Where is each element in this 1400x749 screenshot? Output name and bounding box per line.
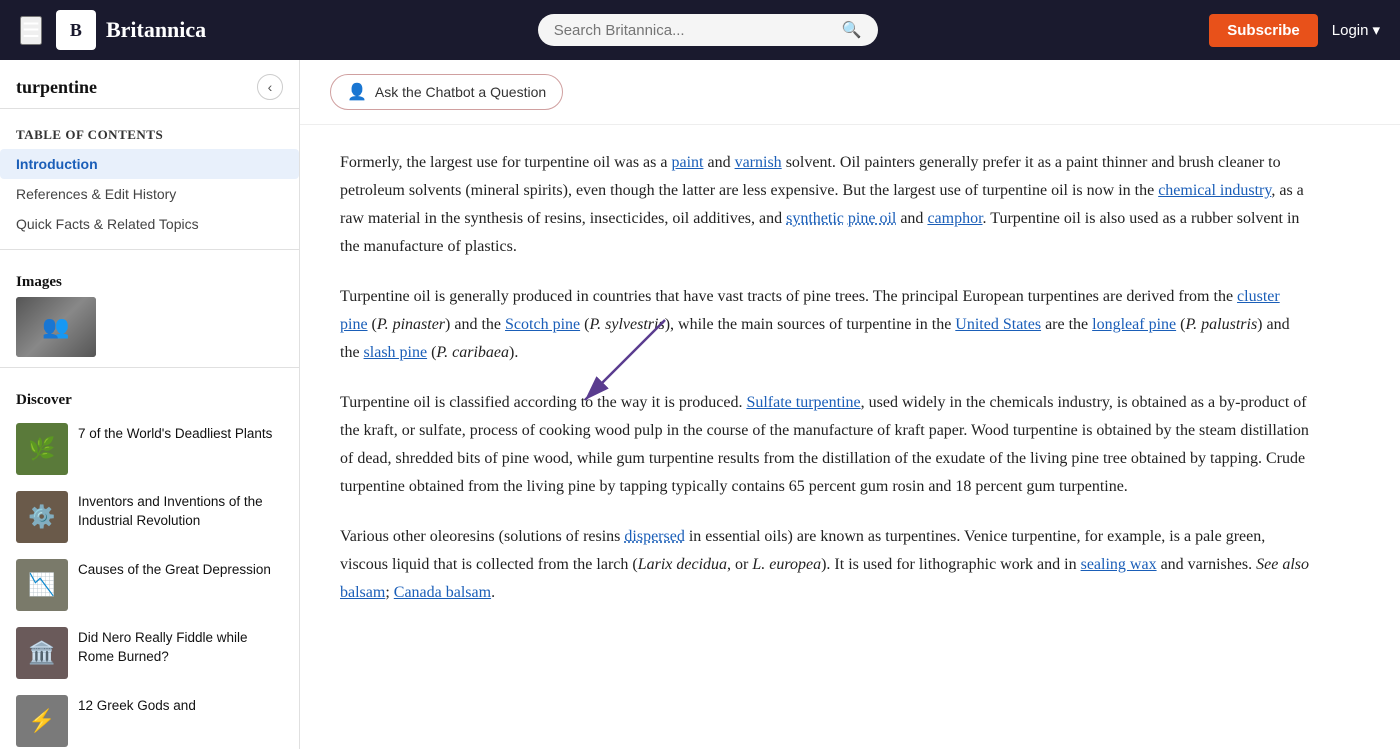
thumbnail-image <box>16 297 96 357</box>
login-label: Login <box>1332 22 1369 39</box>
discover-thumb-depression: 📉 <box>16 559 68 611</box>
search-input[interactable] <box>554 22 834 39</box>
link-slash-pine[interactable]: slash pine <box>364 344 428 361</box>
header-left: ☰ B Britannica <box>20 10 206 50</box>
discover-label-industrial: Inventors and Inventions of the Industri… <box>78 491 283 531</box>
link-longleaf-pine[interactable]: longleaf pine <box>1092 316 1176 333</box>
link-sulfate-turpentine[interactable]: Sulfate turpentine <box>746 394 860 411</box>
discover-thumb-greek: ⚡ <box>16 695 68 747</box>
chatbot-icon: 👤 <box>347 82 367 102</box>
chatbot-button[interactable]: 👤 Ask the Chatbot a Question <box>330 74 563 110</box>
article-body: Formerly, the largest use for turpentine… <box>300 125 1350 669</box>
link-sealing-wax[interactable]: sealing wax <box>1081 556 1157 573</box>
link-chemical-industry[interactable]: chemical industry <box>1158 182 1271 199</box>
sidebar-title-bar: turpentine ‹ <box>0 60 299 108</box>
chatbot-bar: 👤 Ask the Chatbot a Question <box>300 60 1400 125</box>
sidebar-collapse-button[interactable]: ‹ <box>257 74 283 100</box>
discover-item-industrial[interactable]: ⚙️ Inventors and Inventions of the Indus… <box>16 483 283 551</box>
login-chevron-icon: ▾ <box>1372 21 1380 39</box>
discover-label-plants: 7 of the World's Deadliest Plants <box>78 423 272 444</box>
sidebar-divider <box>0 108 299 109</box>
article-paragraph-3: Turpentine oil is classified according t… <box>340 389 1310 501</box>
hamburger-icon[interactable]: ☰ <box>20 16 42 45</box>
images-section-heading: Images <box>0 260 299 297</box>
discover-item-plants[interactable]: 🌿 7 of the World's Deadliest Plants <box>16 415 283 483</box>
header: ☰ B Britannica 🔍 Subscribe Login ▾ <box>0 0 1400 60</box>
link-varnish[interactable]: varnish <box>735 154 782 171</box>
discover-item-nero[interactable]: 🏛️ Did Nero Really Fiddle while Rome Bur… <box>16 619 283 687</box>
link-scotch-pine[interactable]: Scotch pine <box>505 316 580 333</box>
toc-item-quickfacts[interactable]: Quick Facts & Related Topics <box>0 209 299 239</box>
toc-heading: Table of Contents <box>0 119 299 149</box>
link-balsam[interactable]: balsam <box>340 584 385 601</box>
images-section <box>0 297 299 367</box>
article-paragraph-1: Formerly, the largest use for turpentine… <box>340 149 1310 261</box>
discover-label-greek: 12 Greek Gods and <box>78 695 196 716</box>
chatbot-label: Ask the Chatbot a Question <box>375 84 546 100</box>
discover-thumb-industrial: ⚙️ <box>16 491 68 543</box>
link-dispersed[interactable]: dispersed <box>624 528 684 545</box>
toc-item-references[interactable]: References & Edit History <box>0 179 299 209</box>
discover-label-nero: Did Nero Really Fiddle while Rome Burned… <box>78 627 283 667</box>
link-canada-balsam[interactable]: Canada balsam <box>394 584 491 601</box>
discover-thumb-plants: 🌿 <box>16 423 68 475</box>
link-pine-oil[interactable]: pine oil <box>848 210 896 227</box>
sidebar-article-title: turpentine <box>16 77 97 98</box>
search-icon[interactable]: 🔍 <box>842 20 862 40</box>
brand-logo: B <box>56 10 96 50</box>
sidebar-divider-3 <box>0 367 299 368</box>
header-right: Subscribe Login ▾ <box>1209 14 1380 47</box>
discover-item-depression[interactable]: 📉 Causes of the Great Depression <box>16 551 283 619</box>
main-layout: turpentine ‹ Table of Contents Introduct… <box>0 60 1400 749</box>
discover-item-greek[interactable]: ⚡ 12 Greek Gods and <box>16 687 283 749</box>
brand: B Britannica <box>56 10 206 50</box>
link-paint[interactable]: paint <box>671 154 703 171</box>
content-area: 👤 Ask the Chatbot a Question Formerl <box>300 60 1400 749</box>
sidebar-divider-2 <box>0 249 299 250</box>
login-button[interactable]: Login ▾ <box>1332 21 1380 39</box>
discover-section: 🌿 7 of the World's Deadliest Plants ⚙️ I… <box>0 415 299 749</box>
link-united-states[interactable]: United States <box>955 316 1041 333</box>
header-search: 🔍 <box>226 14 1189 46</box>
article-paragraph-4: Various other oleoresins (solutions of r… <box>340 523 1310 607</box>
brand-name: Britannica <box>106 17 206 43</box>
link-synthetic[interactable]: synthetic <box>786 210 844 227</box>
discover-thumb-nero: 🏛️ <box>16 627 68 679</box>
discover-label-depression: Causes of the Great Depression <box>78 559 271 580</box>
discover-section-heading: Discover <box>0 378 299 415</box>
link-camphor[interactable]: camphor <box>927 210 982 227</box>
images-thumbnail[interactable] <box>16 297 96 357</box>
article-paragraph-2: Turpentine oil is generally produced in … <box>340 283 1310 367</box>
sidebar: turpentine ‹ Table of Contents Introduct… <box>0 60 300 749</box>
search-bar: 🔍 <box>538 14 878 46</box>
subscribe-button[interactable]: Subscribe <box>1209 14 1318 47</box>
toc-item-introduction[interactable]: Introduction <box>0 149 299 179</box>
